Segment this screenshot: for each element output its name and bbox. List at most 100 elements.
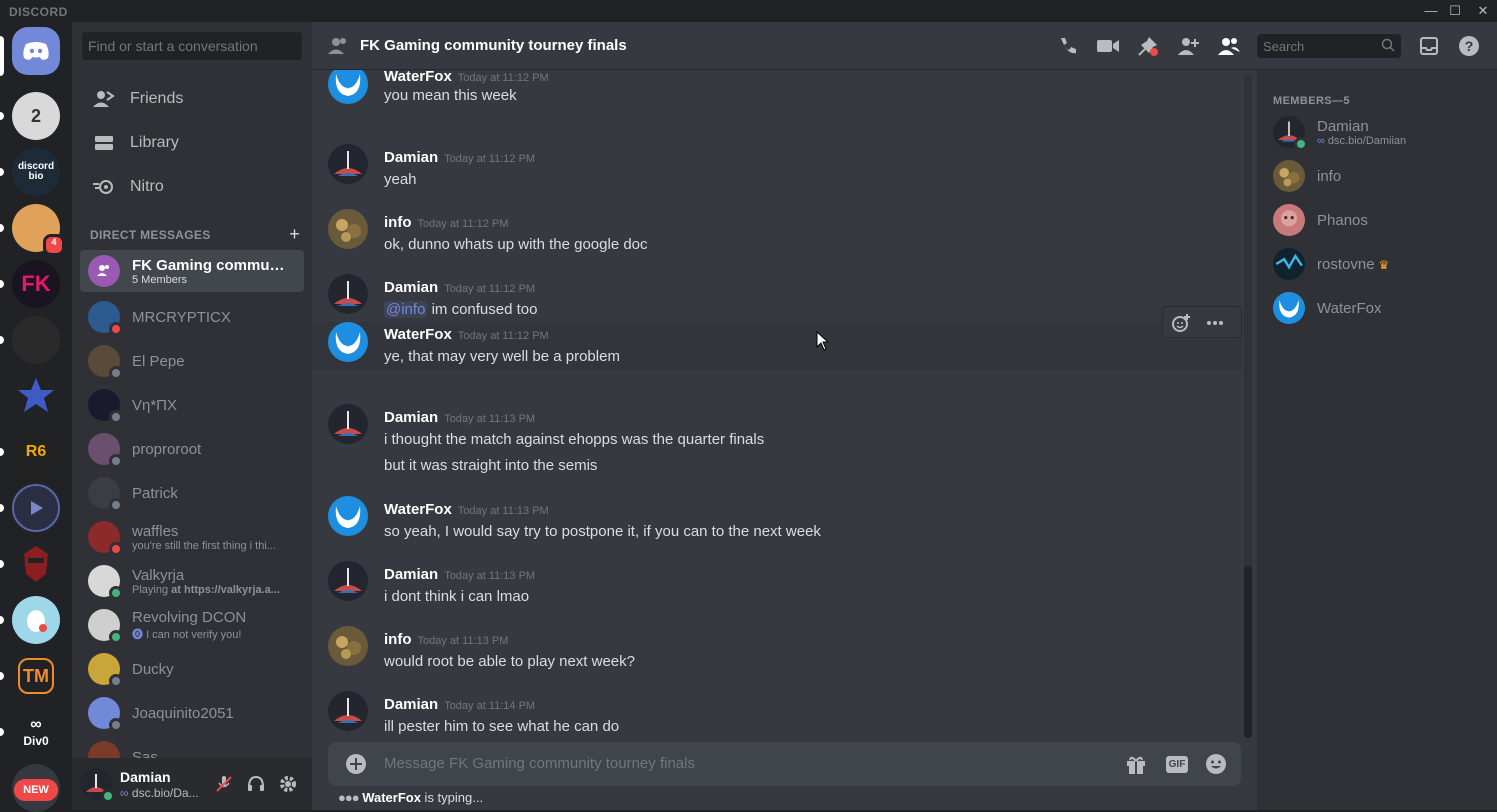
scrollbar-thumb[interactable] [1244,566,1252,738]
message-author[interactable]: info Today at 11:12 PM [384,214,508,231]
member-item[interactable]: info [1265,154,1489,198]
server-ninja[interactable] [12,540,60,588]
server-play[interactable] [12,484,60,532]
inbox-icon[interactable] [1417,34,1441,58]
message-author[interactable]: info Today at 11:13 PM [384,631,508,648]
member-status: ∞ dsc.bio/Damiian [1317,134,1407,147]
server-div0[interactable]: ∞ Div0 [12,708,60,756]
message[interactable]: Damian Today at 11:13 PM i thought the ma… [312,394,1242,474]
member-name: WaterFox [1317,299,1382,317]
add-friend-icon[interactable] [1177,34,1201,58]
author-avatar[interactable] [328,144,368,184]
find-conversation-input[interactable]: Find or start a conversation [82,32,302,60]
message[interactable]: Damian Today at 11:12 PM yeah [312,134,1242,194]
message-author[interactable]: WaterFox Today at 11:13 PM [384,501,549,518]
typing-suffix: is typing... [420,790,484,805]
message-author[interactable]: Damian Today at 11:14 PM [384,696,535,713]
server-fk-gaming[interactable]: FK [12,260,60,308]
mute-icon[interactable] [212,772,236,796]
message-author[interactable]: Damian Today at 11:13 PM [384,566,535,583]
home-button[interactable] [12,27,60,75]
unread-indicator [0,616,4,624]
author-avatar[interactable] [328,626,368,666]
message-composer[interactable]: Message FK Gaming community tourney fina… [328,742,1241,786]
maximize-button[interactable]: ☐ [1442,0,1468,22]
dm-item[interactable]: Valkyrja Playing at https://valkyrja.a... [80,560,304,602]
message-author[interactable]: Damian Today at 11:12 PM [384,279,535,296]
mention-badge: 4 [43,234,65,256]
nitro-icon [92,175,116,199]
member-avatar [1273,116,1308,151]
author-avatar[interactable] [328,274,368,314]
pinned-messages-icon[interactable] [1136,34,1160,58]
settings-gear-icon[interactable] [276,772,300,796]
server-dragon[interactable] [12,316,60,364]
author-avatar[interactable] [328,209,368,249]
user-mention[interactable]: @info [384,301,428,318]
create-dm-plus-icon[interactable]: + [289,224,300,245]
message[interactable]: Damian Today at 11:12 PM @info im confuse… [312,264,1242,324]
dm-item[interactable]: waffles you're still the first thing i th… [80,516,304,558]
member-item[interactable]: WaterFox [1265,286,1489,330]
author-avatar[interactable] [328,322,368,362]
dm-item[interactable]: Joaquinito2051 [80,692,304,734]
author-avatar[interactable] [328,561,368,601]
search-input[interactable]: Search [1257,34,1401,58]
new-badge[interactable]: NEW [14,779,58,801]
author-avatar[interactable] [328,691,368,731]
headphones-icon[interactable] [244,772,268,796]
voice-call-icon[interactable] [1056,34,1080,58]
upload-plus-icon[interactable] [344,752,368,776]
message-author[interactable]: WaterFox Today at 11:12 PM [384,326,549,343]
member-item[interactable]: Phanos [1265,198,1489,242]
minimize-button[interactable]: — [1418,0,1444,22]
gift-icon[interactable] [1124,752,1148,776]
message[interactable]: Damian Today at 11:13 PM i dont think i c… [312,551,1242,611]
message[interactable]: Damian Today at 11:14 PM ill pester him t… [312,681,1242,738]
server-tm[interactable]: TM [18,658,54,694]
server-rail: 2 discord bio 4 FK R6 TM ∞ Div0 [0,22,72,812]
dm-item[interactable]: Ducky [80,648,304,690]
nav-library[interactable]: Library [80,122,304,164]
author-avatar[interactable] [328,70,368,104]
dm-item[interactable]: El Pepe [80,340,304,382]
nav-friends[interactable]: Friends [80,78,304,120]
emoji-icon[interactable] [1204,752,1228,776]
dm-item[interactable]: Patrick [80,472,304,514]
message[interactable]: info Today at 11:12 PM ok, dunno whats up… [312,199,1242,259]
dm-item[interactable]: Revolving DCON ⓿ I can not verify you! [80,604,304,646]
dm-item[interactable]: MRCRYPTICX [80,296,304,338]
close-button[interactable]: ✕ [1470,0,1496,22]
video-call-icon[interactable] [1096,34,1120,58]
server-destiny2[interactable]: 2 [12,92,60,140]
message[interactable]: WaterFox Today at 11:13 PM so yeah, I wou… [312,486,1242,546]
message[interactable]: info Today at 11:13 PM would root be able… [312,616,1242,676]
message-author[interactable]: WaterFox Today at 11:12 PM [384,70,549,85]
status-dot [109,454,123,468]
author-avatar[interactable] [328,404,368,444]
member-list-icon[interactable] [1217,34,1241,58]
message-author[interactable]: Damian Today at 11:13 PM [384,409,535,426]
message-scrollbar[interactable] [1244,74,1252,738]
member-item[interactable]: rostovne ♛ [1265,242,1489,286]
server-mouse[interactable] [12,596,60,644]
help-icon[interactable]: ? [1457,34,1481,58]
unread-indicator [0,112,4,120]
author-avatar[interactable] [328,496,368,536]
more-options-icon[interactable] [1205,313,1225,333]
user-avatar[interactable] [80,768,115,803]
dm-item[interactable]: proproroot [80,428,304,470]
member-item[interactable]: Damian ∞ dsc.bio/Damiian [1265,110,1489,154]
add-reaction-icon[interactable] [1171,313,1191,333]
dm-item[interactable]: Vη*ΠX [80,384,304,426]
message[interactable]: WaterFox Today at 11:12 PM ye, that may v… [312,322,1242,370]
server-discord-bio[interactable]: discord bio [12,148,60,196]
gif-button[interactable]: GIF [1164,752,1190,776]
message-author[interactable]: Damian Today at 11:12 PM [384,149,535,166]
message[interactable]: WaterFox Today at 11:12 PM you mean this … [312,70,1242,130]
server-rainbow-six[interactable]: R6 [12,428,60,476]
dm-item-group[interactable]: FK Gaming communi... 5 Members [80,250,304,292]
nav-nitro[interactable]: Nitro [80,166,304,208]
server-star[interactable] [12,372,60,420]
unread-indicator [0,560,4,568]
